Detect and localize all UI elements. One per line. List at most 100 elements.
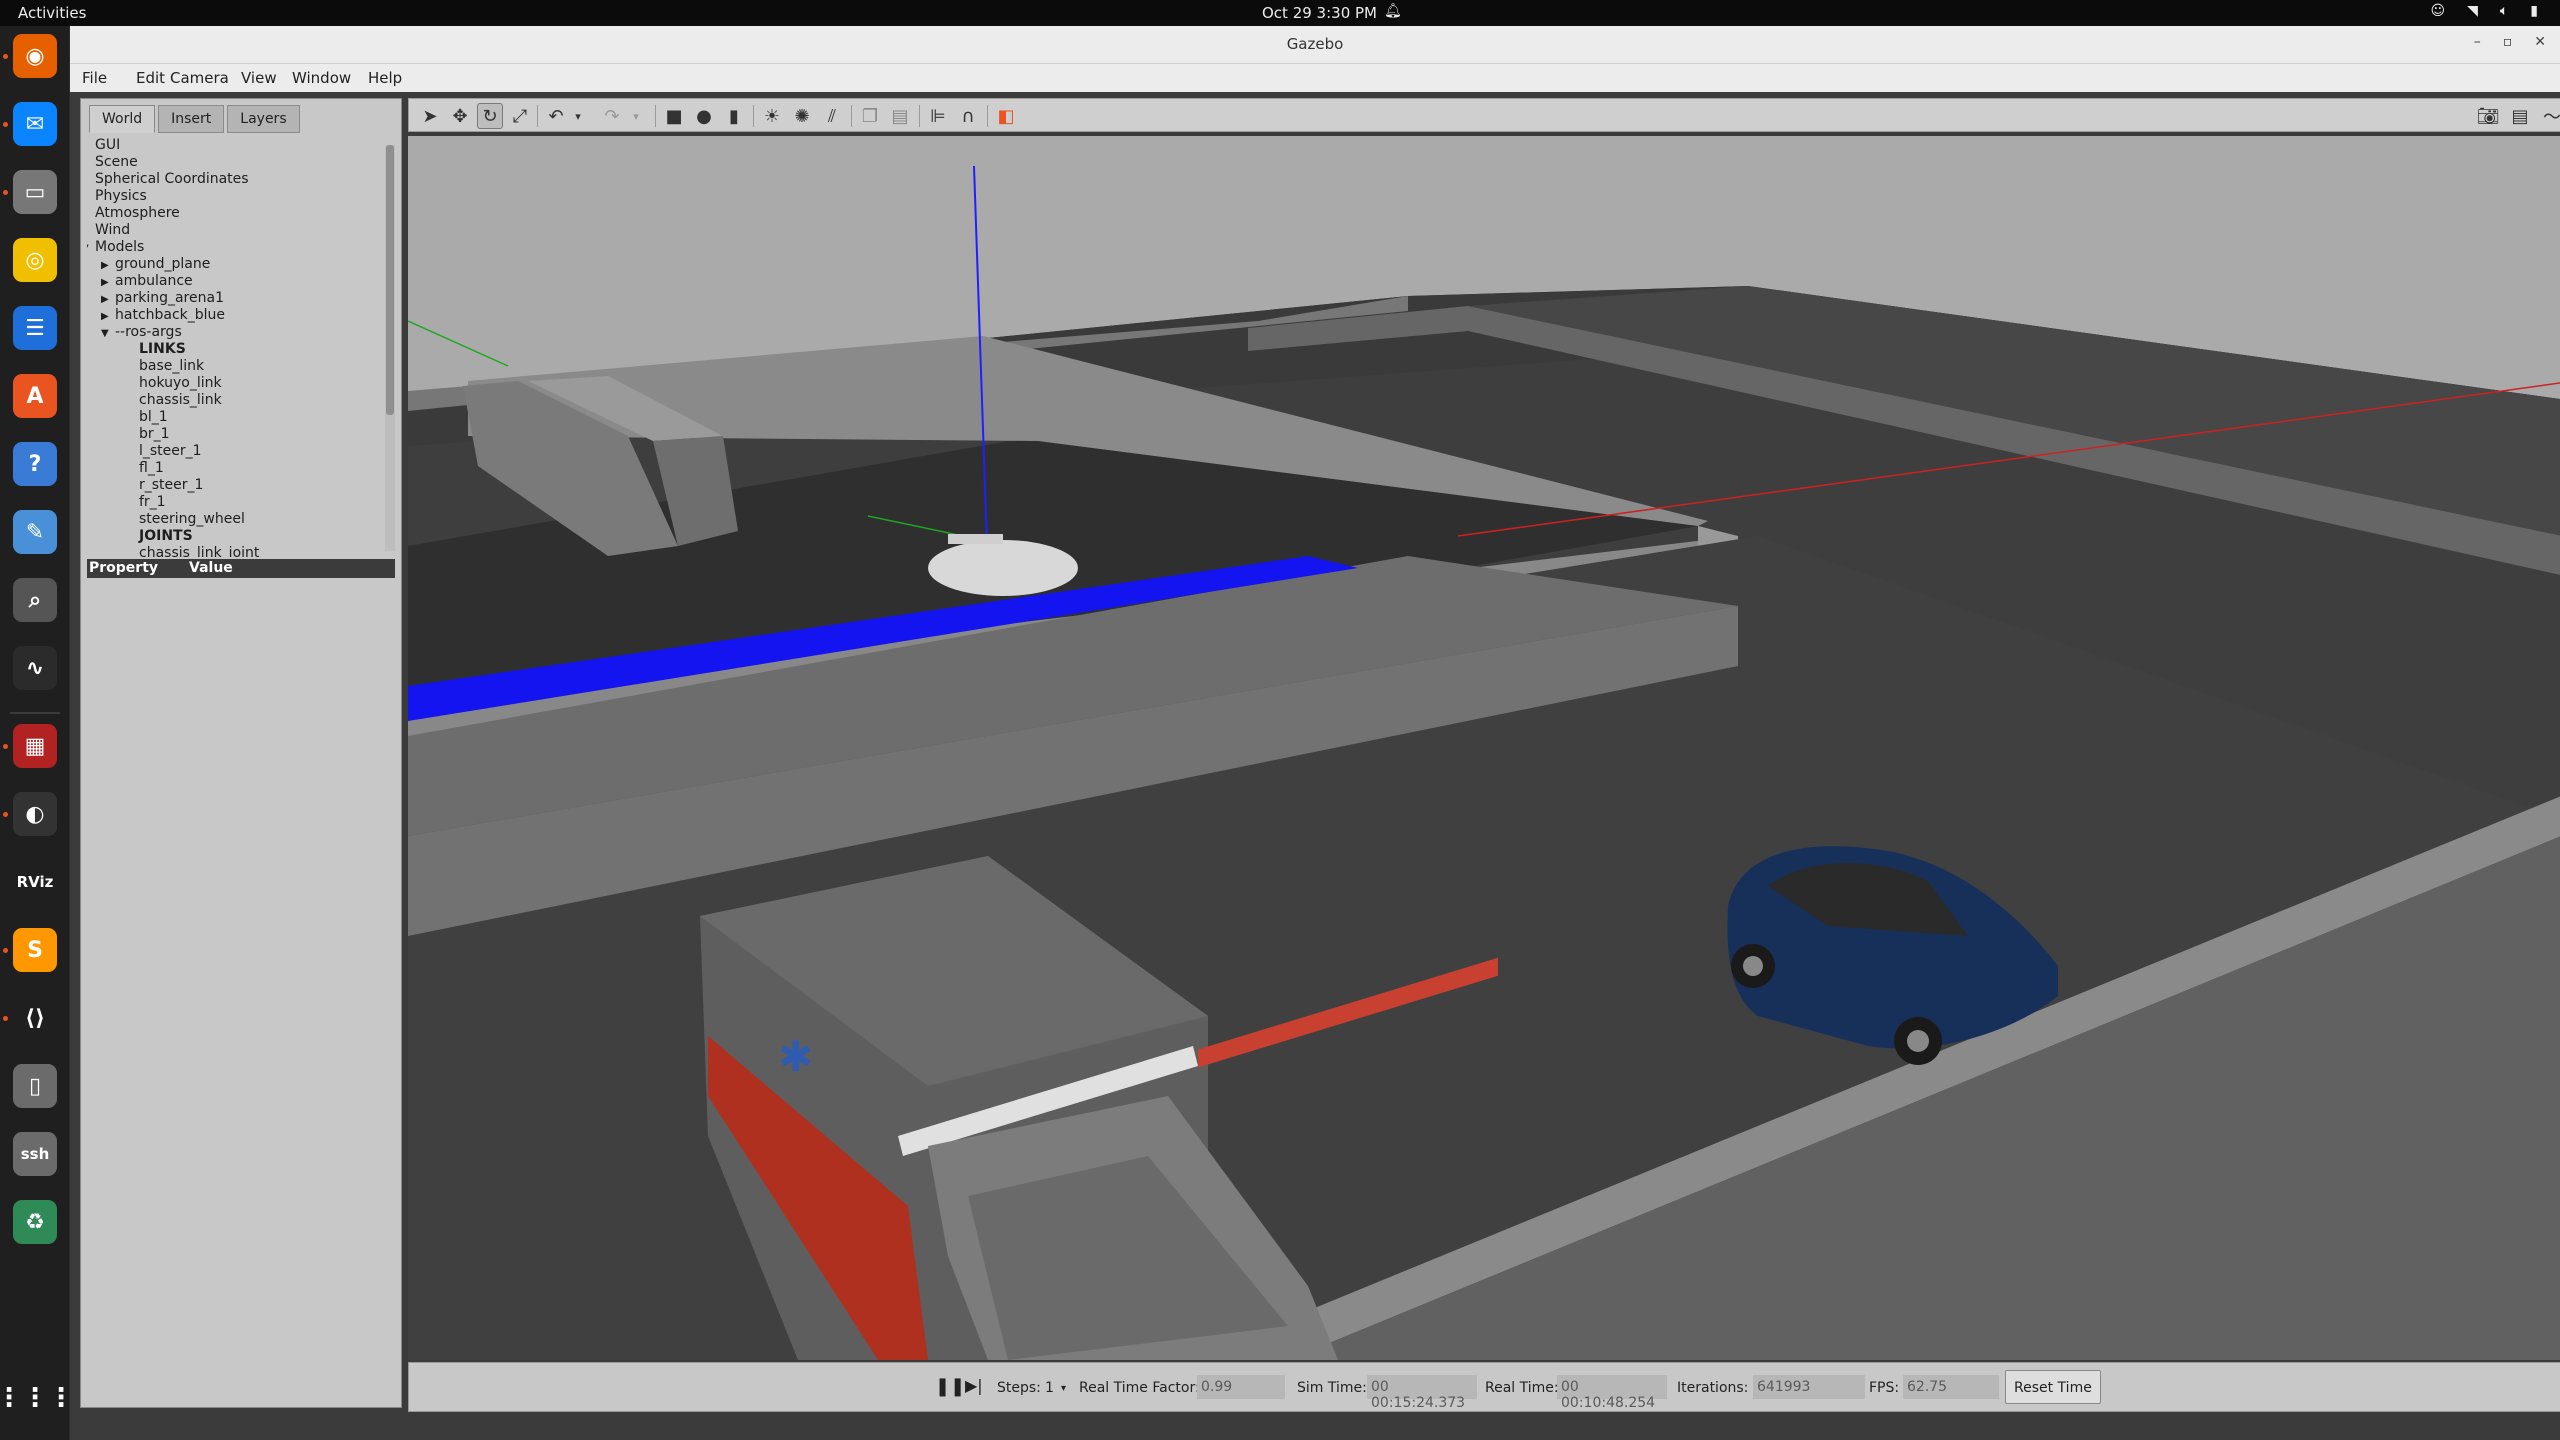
vscode-icon[interactable]: ⟨⟩ [13,996,57,1040]
expanded-arrow-icon[interactable]: ▼ [87,240,95,257]
thunderbird-icon[interactable]: ✉ [13,102,57,146]
step-icon[interactable]: ▶| [965,1376,983,1395]
menu-window[interactable]: Window [292,69,351,87]
tree-item[interactable]: GUI [95,137,120,154]
tree-item[interactable]: l_steer_1 [139,443,202,460]
title-bar[interactable]: Gazebo – ▫ ✕ [70,26,2560,64]
screenshot-icon[interactable]: 📷︎ [2475,103,2501,129]
firefox-icon[interactable]: ◉ [13,34,57,78]
tree-item[interactable]: base_link [139,358,204,375]
collapsed-arrow-icon[interactable]: ▶ [101,308,115,325]
tree-item[interactable]: ▶ hatchback_blue [101,307,225,324]
tree-scrollbar[interactable] [385,145,395,551]
menu-view[interactable]: View [241,69,277,87]
tree-item[interactable]: ▶ ambulance [101,273,193,290]
tree-item[interactable]: chassis_link_joint [139,545,259,557]
tree-item[interactable]: br_1 [139,426,170,443]
collapsed-arrow-icon[interactable]: ▶ [101,257,115,274]
sublime-icon[interactable]: S [13,928,57,972]
minimize-icon[interactable]: – [2474,34,2481,50]
tree-item[interactable]: hokuyo_link [139,375,222,392]
ssh-icon[interactable]: ssh [13,1132,57,1176]
tree-item[interactable]: ▶ parking_arena1 [101,290,224,307]
scale-icon[interactable]: ⤢ [507,103,533,129]
tree-item[interactable]: Wind [95,222,130,239]
trash-icon[interactable]: ♻ [13,1200,57,1244]
plot-icon[interactable]: 〜 [2539,103,2560,129]
tree-item[interactable]: ▶ ground_plane [101,256,210,273]
collapsed-arrow-icon[interactable]: ▶ [101,291,115,308]
view-angle-icon[interactable]: ◧ [993,103,1019,129]
log-icon[interactable]: ▤ [2507,103,2533,129]
system-monitor-icon[interactable]: ∿ [13,646,57,690]
app-center-icon[interactable]: A [13,374,57,418]
tree-item[interactable]: JOINTS [139,528,193,545]
accessibility-icon[interactable]: ☺ [2430,3,2445,19]
battery-icon[interactable]: ▮ [2530,3,2538,19]
cylinder-icon[interactable]: ▮ [721,103,747,129]
help-icon[interactable]: ? [13,442,57,486]
text-editor-icon[interactable]: ✎ [13,510,57,554]
spot-light-icon[interactable]: ✺ [789,103,815,129]
files-icon[interactable]: ▭ [13,170,57,214]
tree-item[interactable]: ▼Models [87,239,144,256]
redo-icon[interactable]: ↷ [599,103,625,129]
tree-item[interactable]: r_steer_1 [139,477,203,494]
tree-item[interactable]: fl_1 [139,460,164,477]
tab-world[interactable]: World [89,105,156,133]
steps-value[interactable]: 1 [1045,1380,1054,1396]
undo-dropdown-icon[interactable]: ▾ [565,103,591,129]
copy-icon[interactable]: ❐ [857,103,883,129]
reset-time-button[interactable]: Reset Time [2005,1370,2101,1404]
snap-icon[interactable]: ∩ [955,103,981,129]
tree-item[interactable]: chassis_link [139,392,222,409]
close-icon[interactable]: ✕ [2534,34,2546,50]
image-viewer-icon[interactable]: ⌕ [13,578,57,622]
maximize-icon[interactable]: ▫ [2503,34,2513,50]
tree-item[interactable]: Spherical Coordinates [95,171,249,188]
tree-item[interactable]: ▼ --ros-args [101,324,182,341]
tree-item[interactable]: Physics [95,188,147,205]
3d-viewport[interactable]: ✱ [408,136,2560,1360]
sphere-icon[interactable]: ● [691,103,717,129]
select-arrow-icon[interactable]: ➤ [417,103,443,129]
tree-item[interactable]: Atmosphere [95,205,180,222]
tree-item[interactable]: LINKS [139,341,186,358]
menu-camera[interactable]: Camera [170,69,229,87]
menu-file[interactable]: File [82,69,107,87]
rotate-icon[interactable]: ↻ [477,103,503,129]
tree-item[interactable]: bl_1 [139,409,168,426]
box-icon[interactable]: ■ [661,103,687,129]
scrollbar-thumb[interactable] [386,145,394,415]
menu-edit[interactable]: Edit [136,69,165,87]
collapsed-arrow-icon[interactable]: ▶ [101,274,115,291]
align-icon[interactable]: ⊫ [925,103,951,129]
tree-item[interactable]: Scene [95,154,138,171]
system-tray[interactable]: ☺ ◥ 🔈︎ ▮ [2430,3,2538,19]
tree-item[interactable]: steering_wheel [139,511,245,528]
scene-render[interactable]: ✱ [408,136,2560,1360]
redo-dropdown-icon[interactable]: ▾ [623,103,649,129]
show-apps-icon[interactable]: ⋮⋮⋮ [0,1376,74,1420]
rviz-icon[interactable]: RViz [13,860,57,904]
expanded-arrow-icon[interactable]: ▼ [101,325,115,342]
point-light-icon[interactable]: ☀ [759,103,785,129]
tree-item[interactable]: fr_1 [139,494,166,511]
gazebo-panel-icon[interactable]: ▦ [13,724,57,768]
writer-icon[interactable]: ☰ [13,306,57,350]
terminal-icon[interactable]: ▯ [13,1064,57,1108]
paste-icon[interactable]: ▤ [887,103,913,129]
volume-icon[interactable]: 🔈︎ [2500,3,2508,19]
tab-layers[interactable]: Layers [227,105,300,133]
wifi-icon[interactable]: ◥ [2467,3,2478,19]
gazebo-icon[interactable]: ◐ [13,792,57,836]
translate-icon[interactable]: ✥ [447,103,473,129]
steps-dropdown-icon[interactable]: ▾ [1061,1383,1066,1394]
activities-button[interactable]: Activities [18,4,86,22]
menu-help[interactable]: Help [368,69,402,87]
directional-light-icon[interactable]: ⫽ [819,103,845,129]
clock[interactable]: Oct 29 3:30 PM [1262,4,1377,22]
rhythmbox-icon[interactable]: ◎ [13,238,57,282]
tab-insert[interactable]: Insert [158,105,225,133]
pause-icon[interactable]: ❚❚ [935,1376,965,1397]
